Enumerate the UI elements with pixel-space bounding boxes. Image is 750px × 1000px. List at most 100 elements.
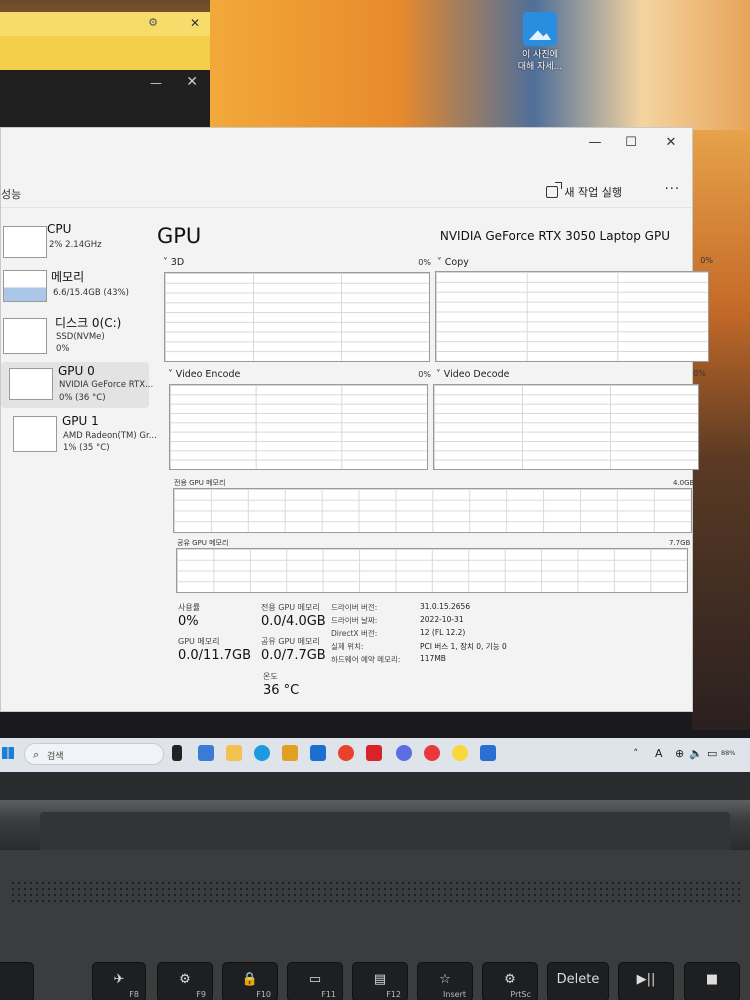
sidebar-item-gpu0[interactable]: GPU 0 NVIDIA GeForce RTX... 0% (36 °C) xyxy=(1,362,153,408)
usage-label: 사용률 xyxy=(178,603,201,612)
graph-3d xyxy=(164,272,430,362)
key-f10[interactable]: 🔒 F10 xyxy=(222,962,278,1000)
key-f7[interactable] xyxy=(0,962,34,1000)
dedicated-memory-graph xyxy=(173,488,692,533)
star-icon: ☆ xyxy=(439,972,451,987)
memory-thumbnail-graph xyxy=(3,270,47,302)
more-options-button[interactable]: ··· xyxy=(665,182,680,197)
temperature-label: 온도 xyxy=(263,672,278,681)
app-red-icon[interactable] xyxy=(424,745,440,761)
background-window-dark[interactable]: — ✕ xyxy=(0,70,210,130)
chrome-icon[interactable] xyxy=(338,745,354,761)
task-manager-icon[interactable] xyxy=(480,745,496,761)
sidebar-item-label: GPU 1 xyxy=(62,414,99,428)
screenshot-icon: ⚙ xyxy=(504,972,516,987)
start-button[interactable] xyxy=(2,747,14,759)
outlook-icon[interactable] xyxy=(310,745,326,761)
driver-version-key: 드라이버 버전: xyxy=(331,603,378,612)
performance-sidebar: CPU 2% 2.14GHz 메모리 6.6/15.4GB (43%) 디스크 … xyxy=(1,212,157,712)
key-f8[interactable]: ✈ F8 xyxy=(92,962,146,1000)
shared-memory-graph-max: 7.7GB xyxy=(669,539,691,547)
directx-version-value: 12 (FL 12.2) xyxy=(420,628,466,637)
graph-video-decode xyxy=(433,384,699,470)
chevron-up-icon[interactable]: ˄ xyxy=(633,747,639,760)
sidebar-item-detail: 6.6/15.4GB (43%) xyxy=(53,288,129,298)
task-manager-window: — ☐ ✕ 성능 새 작업 실행 ··· CPU 2% 2.14GHz 메모리 … xyxy=(0,127,713,712)
graph-video-encode xyxy=(169,384,428,470)
airplane-icon: ✈ xyxy=(113,972,125,987)
sidebar-item-memory[interactable]: 메모리 6.6/15.4GB (43%) xyxy=(1,266,149,312)
shared-memory-graph-label: 공유 GPU 메모리 xyxy=(177,539,229,547)
key-f11[interactable]: ▭ F11 xyxy=(287,962,343,1000)
input-language-indicator[interactable]: A xyxy=(655,747,663,760)
gear-icon[interactable]: ⚙ xyxy=(148,16,158,29)
minimize-button[interactable]: — xyxy=(578,132,612,154)
graph-selector-copy[interactable]: ˅ Copy xyxy=(437,257,469,268)
wallpaper-sky xyxy=(210,0,750,130)
desktop-icon-image-search[interactable]: 이 사진에 대해 자세... xyxy=(510,12,570,73)
hinge-panel xyxy=(40,812,730,852)
maximize-button[interactable]: ☐ xyxy=(614,132,648,154)
gpu-memory-value: 0.0/11.7GB xyxy=(178,648,251,663)
driver-date-key: 드라이버 날짜: xyxy=(331,616,378,625)
run-new-task-button[interactable]: 새 작업 실행 xyxy=(546,181,622,203)
close-button[interactable]: ✕ xyxy=(654,132,688,154)
search-placeholder: 검색 xyxy=(47,752,64,762)
task-view-icon[interactable] xyxy=(172,745,182,761)
dedicated-memory-label: 전용 GPU 메모리 xyxy=(261,603,320,612)
new-task-icon xyxy=(546,182,563,198)
shared-memory-graph xyxy=(176,548,688,593)
minimize-icon[interactable]: — xyxy=(150,76,162,90)
driver-date-value: 2022-10-31 xyxy=(420,615,464,624)
close-icon[interactable]: ✕ xyxy=(186,74,198,90)
key-f9[interactable]: ⚙ F9 xyxy=(157,962,213,1000)
battery-icon[interactable]: ▭ xyxy=(707,747,717,760)
key-f12[interactable]: ▤ F12 xyxy=(352,962,408,1000)
sidebar-item-detail: SSD(NVMe) xyxy=(56,332,105,342)
taskbar: ⌕ 검색 ˄ A ⊕ 🔈 ▭ 88% xyxy=(0,738,750,772)
wallpaper-right xyxy=(692,130,750,730)
store-icon[interactable] xyxy=(282,745,298,761)
cpu-thumbnail-graph xyxy=(3,226,47,258)
gpu-model-name: NVIDIA GeForce RTX 3050 Laptop GPU xyxy=(439,229,670,243)
close-icon[interactable]: ✕ xyxy=(190,16,200,30)
file-explorer-icon[interactable] xyxy=(226,745,242,761)
kakaotalk-icon[interactable] xyxy=(452,745,468,761)
sidebar-item-label: 디스크 0(C:) xyxy=(55,316,122,330)
physical-location-value: PCI 버스 1, 장치 0, 기능 0 xyxy=(420,642,507,651)
key-prtsc[interactable]: ⚙ PrtSc xyxy=(482,962,538,1000)
discord-icon[interactable] xyxy=(396,745,412,761)
play-pause-icon: ▶|| xyxy=(636,972,656,987)
photo-icon xyxy=(523,12,557,46)
lock-icon: 🔒 xyxy=(241,972,259,987)
key-stop[interactable]: ■ xyxy=(684,962,740,1000)
disk-thumbnail-graph xyxy=(3,318,47,354)
globe-icon[interactable]: ⊕ xyxy=(675,747,684,760)
volume-icon[interactable]: 🔈 xyxy=(689,747,703,760)
edge-icon[interactable] xyxy=(254,745,270,761)
sidebar-item-disk[interactable]: 디스크 0(C:) SSD(NVMe) 0% xyxy=(1,312,149,358)
graph-selector-video-decode[interactable]: ˅ Video Decode xyxy=(436,369,510,380)
graph-selector-video-encode[interactable]: ˅ Video Encode xyxy=(168,369,240,380)
key-insert[interactable]: ☆ Insert xyxy=(417,962,473,1000)
graph-selector-3d[interactable]: ˅ 3D xyxy=(163,257,184,268)
graph-copy-value: 0% xyxy=(700,256,713,265)
key-play-pause[interactable]: ▶|| xyxy=(618,962,674,1000)
calculator-icon: ▤ xyxy=(373,972,387,987)
page-title: 성능 xyxy=(1,188,22,201)
sidebar-item-gpu1[interactable]: GPU 1 AMD Radeon(TM) Gr... 1% (35 °C) xyxy=(1,412,157,458)
widgets-icon[interactable] xyxy=(198,745,214,761)
graph-copy xyxy=(435,271,709,362)
background-window-titlebar: ⚙ ✕ xyxy=(0,12,210,36)
graph-video-encode-value: 0% xyxy=(418,370,431,379)
settings-icon: ⚙ xyxy=(179,972,191,987)
app-l-icon[interactable] xyxy=(366,745,382,761)
background-window-yellow[interactable]: ⚙ ✕ xyxy=(0,12,210,70)
sidebar-item-label: CPU xyxy=(47,222,72,236)
desktop-icon-label: 이 사진에 대해 자세... xyxy=(517,50,563,72)
driver-version-value: 31.0.15.2656 xyxy=(420,602,471,611)
sidebar-item-detail: 2% 2.14GHz xyxy=(49,240,102,250)
key-delete[interactable]: Delete xyxy=(547,962,609,1000)
sidebar-item-cpu[interactable]: CPU 2% 2.14GHz xyxy=(1,220,149,266)
taskbar-search-box[interactable]: ⌕ 검색 xyxy=(24,743,164,765)
